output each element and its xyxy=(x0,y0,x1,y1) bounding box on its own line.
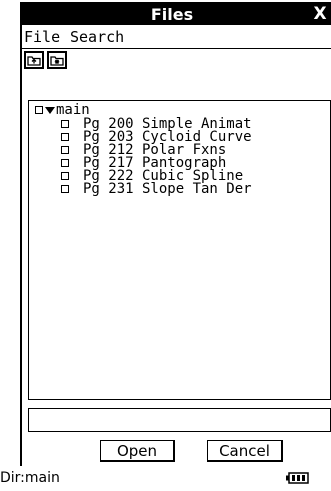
title-bar: Files X xyxy=(22,4,331,25)
files-dialog: Files X File Search main Pg 200 Simple A… xyxy=(20,2,331,491)
folder-up-icon xyxy=(27,56,41,66)
path-input[interactable] xyxy=(28,408,331,432)
file-checkbox[interactable] xyxy=(61,133,69,141)
file-name: Pg 231 Slope Tan Der xyxy=(83,181,252,197)
battery-icon xyxy=(286,472,309,484)
cancel-button[interactable]: Cancel xyxy=(207,440,283,462)
window-title: Files xyxy=(150,5,194,24)
tree-folder-main[interactable]: main xyxy=(35,103,90,117)
expand-arrow-icon[interactable] xyxy=(45,107,55,114)
folder-new-icon xyxy=(50,56,64,66)
folder-checkbox[interactable] xyxy=(35,106,43,114)
status-bar: Dir:main xyxy=(0,466,331,491)
file-row[interactable]: Pg 231 Slope Tan Der xyxy=(61,181,252,197)
file-checkbox[interactable] xyxy=(61,185,69,193)
menu-file[interactable]: File xyxy=(24,26,60,48)
folder-up-button[interactable] xyxy=(24,51,44,69)
toolbar xyxy=(22,49,331,97)
new-folder-button[interactable] xyxy=(47,51,67,69)
file-checkbox[interactable] xyxy=(61,120,69,128)
file-list[interactable]: main Pg 200 Simple Animat Pg 203 Cycloid… xyxy=(28,100,331,400)
file-checkbox[interactable] xyxy=(61,159,69,167)
file-checkbox[interactable] xyxy=(61,146,69,154)
menu-bar: File Search xyxy=(22,25,331,49)
menu-search[interactable]: Search xyxy=(70,26,124,48)
file-checkbox[interactable] xyxy=(61,172,69,180)
current-directory: Dir:main xyxy=(0,470,60,486)
open-button[interactable]: Open xyxy=(100,440,175,462)
close-button[interactable]: X xyxy=(309,4,331,25)
